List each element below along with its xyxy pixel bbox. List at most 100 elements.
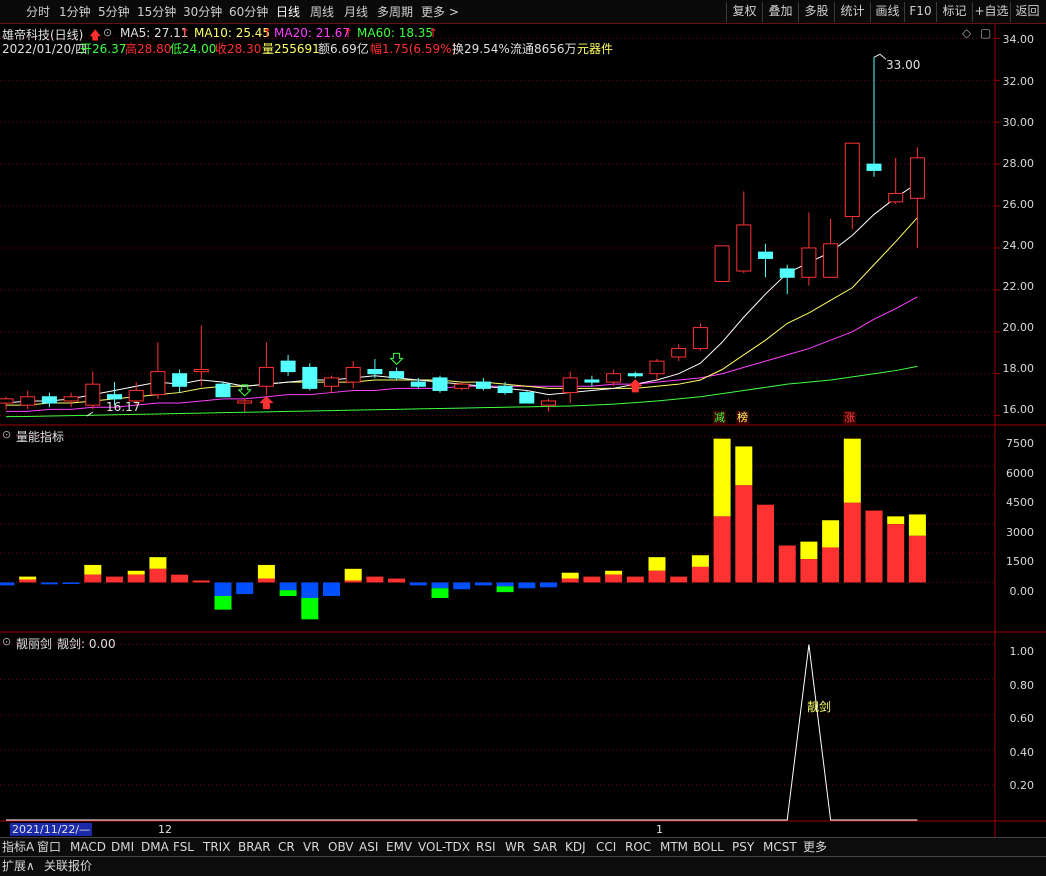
candle-body — [649, 360, 665, 375]
vol-tick: 1500 — [1006, 555, 1034, 568]
indicator-tab[interactable]: MCST — [763, 839, 797, 855]
indicator-tab[interactable]: ROC — [625, 839, 651, 855]
vol-bar-yellow — [822, 520, 840, 548]
ind-panel-icon[interactable]: ⊙ — [2, 635, 11, 648]
vol-bar-red — [670, 576, 688, 583]
ma5-label: MA5: 27.11 — [120, 26, 189, 40]
vol-bar-blue — [453, 582, 471, 590]
candle-body — [0, 398, 14, 404]
indicator-tab[interactable]: 窗口 — [37, 839, 61, 855]
price-tick: 34.00 — [1002, 33, 1035, 46]
vol-bar-red — [908, 535, 926, 583]
indicator-tab[interactable]: PSY — [732, 839, 754, 855]
indicator-tab[interactable]: CCI — [596, 839, 616, 855]
min-price-label: 16.17 — [106, 400, 141, 414]
vol-bar-blue — [279, 582, 297, 591]
tag-bang[interactable]: 榜 — [736, 411, 749, 424]
candle-body — [823, 243, 839, 278]
candle-body — [172, 373, 188, 387]
indicator-tab[interactable]: VR — [303, 839, 320, 855]
vol-bar-yellow — [800, 541, 818, 560]
vol-bar-red — [171, 574, 189, 583]
indicator-tab[interactable]: BOLL — [693, 839, 724, 855]
expand-button[interactable]: 扩展∧ — [2, 858, 35, 875]
vol-bar-red — [605, 574, 623, 583]
indicator-tab[interactable]: BRAR — [238, 839, 271, 855]
indicator-tab[interactable]: DMA — [141, 839, 169, 855]
indicator-tab[interactable]: KDJ — [565, 839, 586, 855]
candle-body — [584, 379, 600, 383]
vol-panel-icon[interactable]: ⊙ — [2, 428, 11, 441]
date-axis-start[interactable]: 2021/11/22/— — [10, 823, 93, 836]
vol-bar-red — [713, 516, 731, 583]
diamond-icon[interactable]: ◇ — [962, 26, 971, 40]
indicator-tab[interactable]: WR — [505, 839, 525, 855]
price-tick: 16.00 — [1002, 403, 1035, 416]
vol-bar-blue — [431, 582, 449, 589]
indicator-tab-bar: 指标A 窗口 MACD DMI DMA FSL TRIX BRAR CR VR … — [0, 837, 1046, 856]
indicator-tab[interactable]: SAR — [533, 839, 557, 855]
ma5-line — [5, 182, 918, 404]
vol-bar-blue — [0, 582, 15, 586]
ind-tick: 0.80 — [1009, 679, 1035, 692]
vol-bar-red — [561, 578, 579, 583]
vol-bar-red — [106, 576, 123, 583]
related-quote-button[interactable]: 关联报价 — [44, 858, 92, 875]
indicator-tab-more[interactable]: 更多 — [803, 839, 827, 855]
vol-panel-title: 量能指标 — [16, 430, 65, 444]
candle-body — [454, 383, 470, 389]
indicator-tab[interactable]: MACD — [70, 839, 106, 855]
vol-tick: 0.00 — [1009, 585, 1035, 598]
candle-body — [562, 377, 578, 394]
vol-bar-red — [192, 580, 210, 583]
vol-bar-blue — [214, 582, 232, 597]
vol-bar-yellow — [84, 564, 102, 575]
candle-body — [779, 268, 795, 278]
ma20-label: MA20: 21.67 — [274, 26, 351, 40]
candle-body — [692, 327, 708, 350]
tag-jian[interactable]: 减 — [713, 411, 726, 424]
indicator-tab[interactable]: VOL-TDX — [418, 839, 470, 855]
indicator-tab[interactable]: MTM — [660, 839, 688, 855]
quote-volume: 量255691 — [262, 42, 320, 56]
vol-bar-blue — [496, 582, 514, 587]
tag-zhang[interactable]: 涨 — [843, 411, 856, 424]
candle-body — [606, 373, 622, 383]
ind-tick: 0.20 — [1009, 779, 1035, 792]
vol-bar-red — [735, 485, 753, 583]
candle-body — [258, 366, 274, 387]
candle-body — [909, 157, 925, 199]
candle-body — [758, 251, 773, 259]
candle-body — [410, 381, 426, 387]
vol-tick: 6000 — [1006, 467, 1034, 480]
quote-low: 低24.00 — [170, 42, 217, 56]
candle-body — [866, 163, 882, 171]
candle-body — [302, 366, 318, 389]
kline-chart-canvas[interactable] — [0, 0, 1046, 876]
indicator-tab[interactable]: TRIX — [203, 839, 230, 855]
indicator-tab[interactable]: ASI — [359, 839, 378, 855]
vol-bar-yellow — [735, 446, 753, 486]
indicator-tab[interactable]: CR — [278, 839, 295, 855]
vol-bar-red — [84, 574, 102, 583]
candle-body — [541, 400, 556, 406]
vol-bar-blue — [62, 582, 80, 584]
vol-bar-blue — [323, 582, 340, 597]
settings-circle-icon[interactable]: ⊙ — [103, 26, 112, 39]
indicator-tab[interactable]: 指标A — [2, 839, 34, 855]
vol-bar-blue — [301, 582, 319, 598]
vol-bar-blue — [409, 582, 427, 586]
window-icon[interactable]: ▢ — [980, 26, 991, 40]
vol-bar-red — [887, 524, 905, 583]
indicator-tab[interactable]: OBV — [328, 839, 354, 855]
indicator-tab[interactable]: FSL — [173, 839, 194, 855]
vol-bar-yellow — [908, 514, 926, 536]
ind-panel-title: 靓丽剑 — [16, 637, 53, 651]
candle-body — [193, 369, 209, 373]
price-tick: 28.00 — [1002, 157, 1035, 170]
ind-tick: 0.60 — [1009, 712, 1035, 725]
ind-tick: 0.40 — [1009, 746, 1035, 759]
indicator-tab[interactable]: EMV — [386, 839, 412, 855]
indicator-tab[interactable]: RSI — [476, 839, 496, 855]
indicator-tab[interactable]: DMI — [111, 839, 134, 855]
